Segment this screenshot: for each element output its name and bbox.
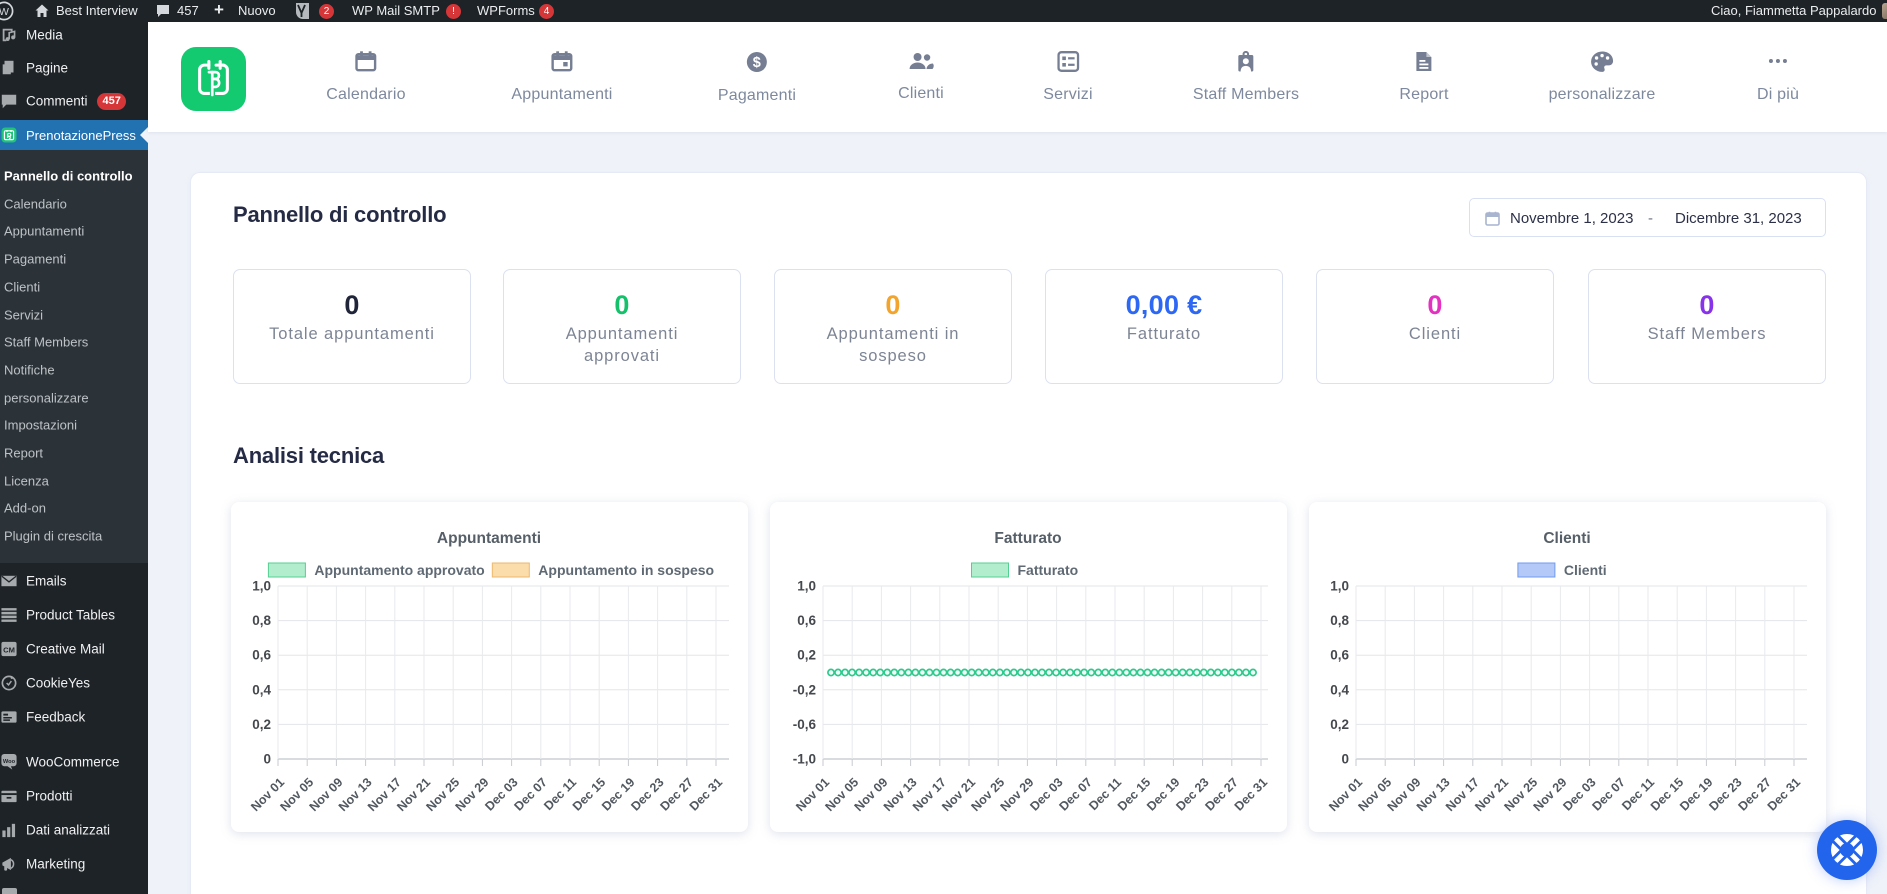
svg-text:0,4: 0,4 bbox=[1330, 682, 1349, 697]
svg-text:Dec 07: Dec 07 bbox=[1057, 775, 1095, 813]
svg-text:0,2: 0,2 bbox=[1330, 717, 1349, 732]
svg-text:0: 0 bbox=[263, 752, 271, 767]
svg-text:Appuntamento in sospeso: Appuntamento in sospeso bbox=[538, 562, 714, 578]
svg-text:Appuntamenti: Appuntamenti bbox=[437, 530, 541, 547]
svg-text:0,8: 0,8 bbox=[252, 613, 271, 628]
svg-text:Dec 31: Dec 31 bbox=[687, 775, 725, 813]
svg-text:Appuntamento approvato: Appuntamento approvato bbox=[314, 562, 484, 578]
svg-text:Fatturato: Fatturato bbox=[1018, 562, 1079, 578]
svg-text:0: 0 bbox=[1341, 752, 1349, 767]
svg-text:0,6: 0,6 bbox=[797, 613, 816, 628]
svg-text:Fatturato: Fatturato bbox=[994, 530, 1061, 547]
svg-text:0,4: 0,4 bbox=[252, 682, 271, 697]
svg-text:0,2: 0,2 bbox=[252, 717, 271, 732]
svg-text:-0,2: -0,2 bbox=[793, 682, 816, 697]
svg-text:Clienti: Clienti bbox=[1543, 530, 1590, 547]
svg-text:1,0: 1,0 bbox=[252, 579, 271, 594]
svg-text:Clienti: Clienti bbox=[1564, 562, 1607, 578]
svg-text:$: $ bbox=[753, 55, 761, 71]
svg-text:0,6: 0,6 bbox=[1330, 648, 1349, 663]
svg-text:0,2: 0,2 bbox=[797, 648, 816, 663]
svg-text:Dec 31: Dec 31 bbox=[1765, 775, 1803, 813]
svg-text:0,8: 0,8 bbox=[1330, 613, 1349, 628]
svg-text:W: W bbox=[0, 6, 9, 18]
svg-text:1,0: 1,0 bbox=[797, 579, 816, 594]
svg-text:Dec 07: Dec 07 bbox=[1590, 775, 1628, 813]
svg-text:CM: CM bbox=[3, 645, 15, 654]
svg-text:Dec 31: Dec 31 bbox=[1232, 775, 1270, 813]
svg-text:1,0: 1,0 bbox=[1330, 579, 1349, 594]
svg-text:-1,0: -1,0 bbox=[793, 752, 816, 767]
svg-text:Woo: Woo bbox=[3, 759, 16, 765]
svg-text:-0,6: -0,6 bbox=[793, 717, 817, 732]
svg-text:Dec 07: Dec 07 bbox=[512, 775, 550, 813]
svg-text:0,6: 0,6 bbox=[252, 648, 271, 663]
